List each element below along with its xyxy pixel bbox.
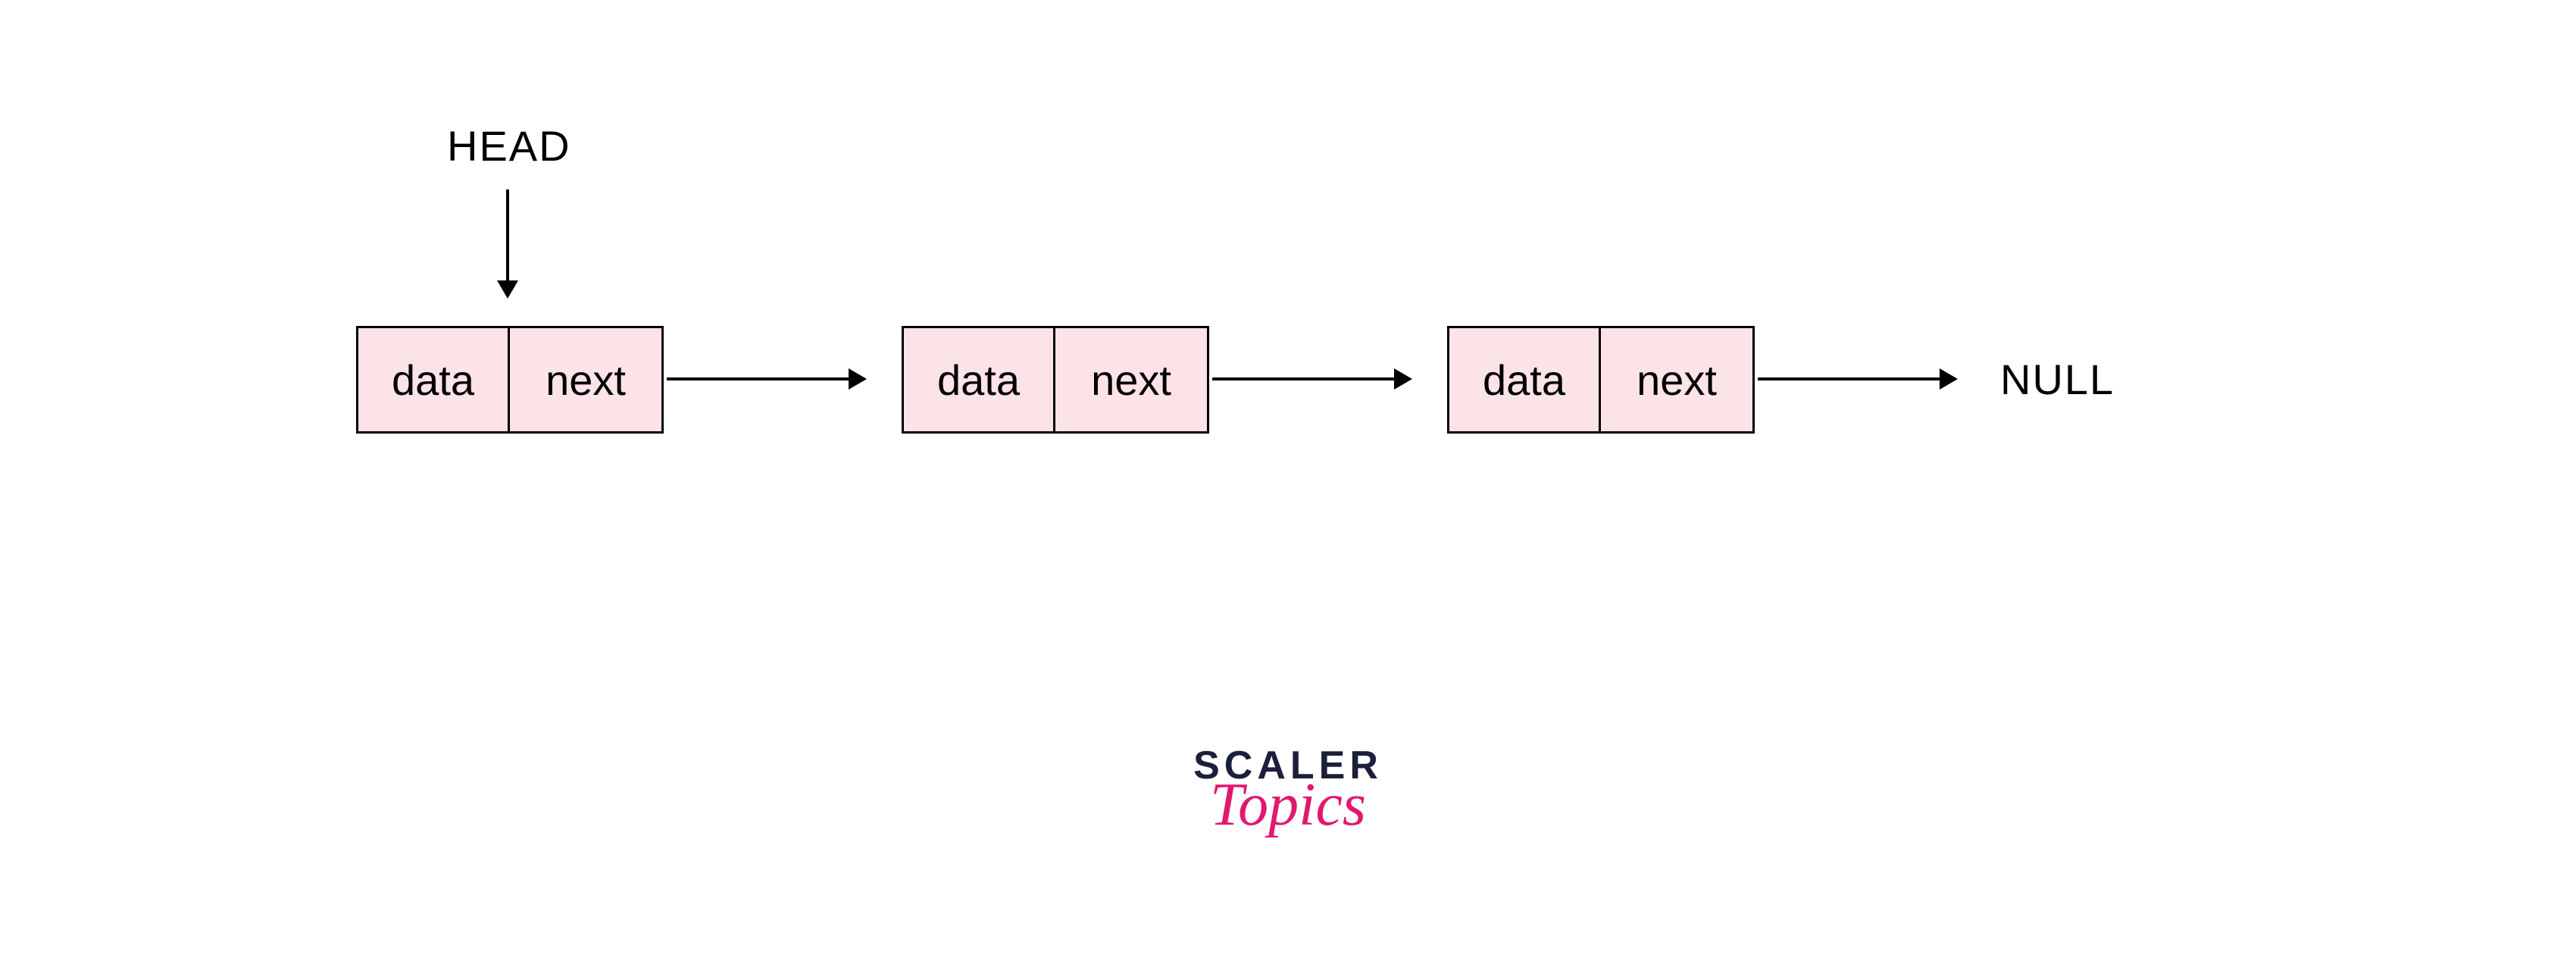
node-next-cell: next — [510, 328, 661, 431]
linked-list-diagram: HEAD data next data next data next NULL … — [0, 0, 2576, 977]
node-next-cell: next — [1601, 328, 1752, 431]
head-arrow — [506, 189, 509, 296]
pointer-arrow — [667, 377, 864, 380]
null-label: NULL — [2000, 355, 2115, 404]
head-label: HEAD — [447, 121, 571, 171]
node-data-cell: data — [1449, 328, 1601, 431]
linked-list-node: data next — [1447, 326, 1755, 434]
brand-logo-line2: Topics — [1193, 775, 1383, 835]
node-data-cell: data — [358, 328, 510, 431]
pointer-arrow — [1212, 377, 1409, 380]
node-next-cell: next — [1055, 328, 1207, 431]
brand-logo: SCALER Topics — [1193, 743, 1383, 835]
node-data-cell: data — [904, 328, 1055, 431]
linked-list-node: data next — [902, 326, 1209, 434]
linked-list-node: data next — [356, 326, 664, 434]
pointer-arrow — [1758, 377, 1955, 380]
